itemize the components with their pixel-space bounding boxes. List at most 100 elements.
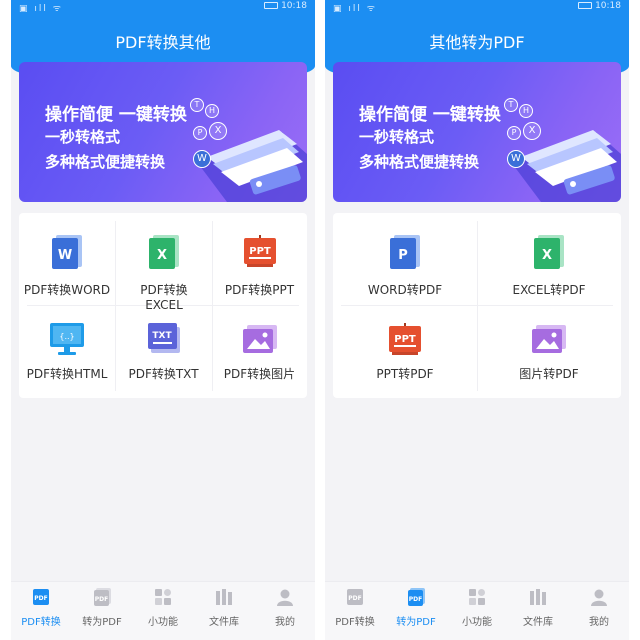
bubble-t: T	[190, 98, 204, 112]
tile-excel-to-pdf[interactable]: X EXCEL转PDF	[477, 213, 621, 305]
battery-icon	[264, 2, 279, 9]
bubble-x: X	[209, 122, 227, 140]
bubble-x: X	[523, 122, 541, 140]
pdf-convert-screen: ▣ ıll ᯤ 10:18 PDF转换其他 操作简便 一键转换 一秒转格式 多种…	[11, 0, 315, 640]
tab-label: 小功能	[462, 617, 492, 628]
tab-file-library[interactable]: 文件库	[194, 582, 254, 640]
tab-label: 转为PDF	[82, 617, 122, 628]
battery-icon	[578, 2, 593, 9]
svg-text:PPT: PPT	[249, 246, 271, 257]
status-time: 10:18	[595, 1, 621, 11]
tab-pdf-convert[interactable]: PDF PDF转换	[325, 582, 385, 640]
svg-text:X: X	[156, 248, 166, 263]
tile-label: PDF转换PPT	[224, 283, 295, 297]
page-title: PDF转换其他	[115, 33, 211, 52]
banner-illustration: T H P X W	[187, 62, 307, 202]
bubble-w: W	[507, 150, 525, 168]
banner-subline-1: 一秒转格式	[45, 128, 121, 146]
tab-to-pdf[interactable]: PDF 转为PDF	[72, 582, 132, 640]
tab-label: 我的	[589, 617, 609, 628]
banner-headline: 操作简便 一键转换	[359, 105, 501, 125]
tile-pdf-to-ppt[interactable]: PPT PDF转换PPT	[212, 213, 307, 305]
svg-text:W: W	[58, 248, 72, 263]
profile-icon	[277, 589, 293, 606]
image-to-pdf-icon	[532, 325, 566, 353]
page-title: 其他转为PDF	[429, 33, 525, 52]
file-library-icon	[530, 589, 546, 605]
svg-text:X: X	[542, 248, 552, 263]
tile-label: 图片转PDF	[519, 367, 579, 381]
tile-pdf-to-txt[interactable]: TXT PDF转换TXT	[115, 305, 212, 398]
file-library-icon	[216, 589, 232, 605]
conversion-grid: P WORD转PDF X EXCEL转PDF PPT PPT转PDF 图片转PD…	[333, 213, 621, 398]
tab-label: 我的	[275, 617, 295, 628]
tab-profile[interactable]: 我的	[255, 582, 315, 640]
status-right: 10:18	[578, 1, 621, 11]
svg-text:TXT: TXT	[152, 331, 172, 341]
to-pdf-icon: PDF	[94, 588, 111, 606]
tab-label: PDF转换	[335, 617, 375, 628]
tile-pdf-to-html[interactable]: {..} PDF转换HTML	[19, 305, 115, 398]
promo-banner[interactable]: 操作简便 一键转换 一秒转格式 多种格式便捷转换 T H P X W	[333, 62, 621, 202]
tab-file-library[interactable]: 文件库	[508, 582, 568, 640]
txt-doc-icon: TXT	[147, 323, 180, 353]
excel-to-pdf-icon: X	[534, 235, 564, 269]
status-time: 10:18	[281, 1, 307, 11]
tab-pdf-convert[interactable]: PDF PDF转换	[11, 582, 71, 640]
svg-text:PPT: PPT	[394, 334, 416, 345]
tile-label: PDF转换WORD	[23, 283, 111, 297]
banner-illustration: T H P X W	[501, 62, 621, 202]
svg-text:P: P	[398, 248, 408, 263]
image-icon	[242, 325, 277, 353]
bubble-w: W	[193, 150, 211, 168]
word-doc-icon: W	[52, 235, 82, 269]
tab-tools[interactable]: 小功能	[133, 582, 193, 640]
banner-headline: 操作简便 一键转换	[45, 105, 187, 125]
tab-label: PDF转换	[21, 617, 61, 628]
tile-word-to-pdf[interactable]: P WORD转PDF	[333, 213, 477, 305]
tile-label: EXCEL转PDF	[512, 283, 586, 297]
tab-label: 文件库	[523, 617, 553, 628]
tile-pdf-to-word[interactable]: W PDF转换WORD	[19, 213, 115, 305]
to-pdf-screen: ▣ ıll ᯤ 10:18 其他转为PDF 操作简便 一键转换 一秒转格式 多种…	[325, 0, 629, 640]
tile-image-to-pdf[interactable]: 图片转PDF	[477, 305, 621, 398]
tile-pdf-to-excel[interactable]: X PDF转换EXCEL	[115, 213, 212, 312]
pdf-convert-icon: PDF	[347, 589, 363, 605]
svg-text:PDF: PDF	[409, 596, 422, 603]
signal-wifi-icons: ▣ ıll ᯤ	[333, 4, 377, 14]
bubble-p: P	[193, 126, 207, 140]
tab-to-pdf[interactable]: PDF 转为PDF	[386, 582, 446, 640]
tile-label: PPT转PDF	[376, 367, 434, 381]
conversion-grid: W PDF转换WORD X PDF转换EXCEL PPT PDF转换PPT {.…	[19, 213, 307, 398]
bottom-tab-bar: PDF PDF转换 PDF 转为PDF 小功能 文件库 我的	[325, 581, 629, 640]
status-bar: ▣ ıll ᯤ 10:18	[11, 0, 315, 14]
tools-grid-icon	[155, 589, 171, 605]
tile-ppt-to-pdf[interactable]: PPT PPT转PDF	[333, 305, 477, 398]
word-to-pdf-icon: P	[390, 235, 420, 269]
signal-wifi-icons: ▣ ıll ᯤ	[19, 4, 63, 14]
tab-profile[interactable]: 我的	[569, 582, 629, 640]
html-monitor-icon: {..}	[50, 323, 84, 355]
banner-subline-1: 一秒转格式	[359, 128, 435, 146]
excel-doc-icon: X	[148, 235, 179, 269]
tile-label: WORD转PDF	[367, 283, 443, 297]
svg-text:{..}: {..}	[59, 332, 74, 341]
svg-text:PDF: PDF	[348, 595, 361, 602]
tools-grid-icon	[469, 589, 485, 605]
tile-pdf-to-image[interactable]: PDF转换图片	[212, 305, 307, 398]
status-right: 10:18	[264, 1, 307, 11]
bubble-t: T	[504, 98, 518, 112]
svg-text:PDF: PDF	[34, 595, 47, 602]
promo-banner[interactable]: 操作简便 一键转换 一秒转格式 多种格式便捷转换 T H P X W	[19, 62, 307, 202]
tab-label: 小功能	[148, 617, 178, 628]
ppt-board-icon: PPT	[243, 235, 276, 267]
bottom-tab-bar: PDF PDF转换 PDF 转为PDF 小功能 文件库 我的	[11, 581, 315, 640]
tab-tools[interactable]: 小功能	[447, 582, 507, 640]
tile-label: PDF转换HTML	[26, 367, 108, 381]
banner-subline-2: 多种格式便捷转换	[45, 153, 166, 171]
pdf-convert-icon: PDF	[33, 589, 49, 605]
bubble-h: H	[205, 104, 219, 118]
tab-label: 转为PDF	[396, 617, 436, 628]
banner-subline-2: 多种格式便捷转换	[359, 153, 480, 171]
to-pdf-icon: PDF	[408, 588, 425, 606]
